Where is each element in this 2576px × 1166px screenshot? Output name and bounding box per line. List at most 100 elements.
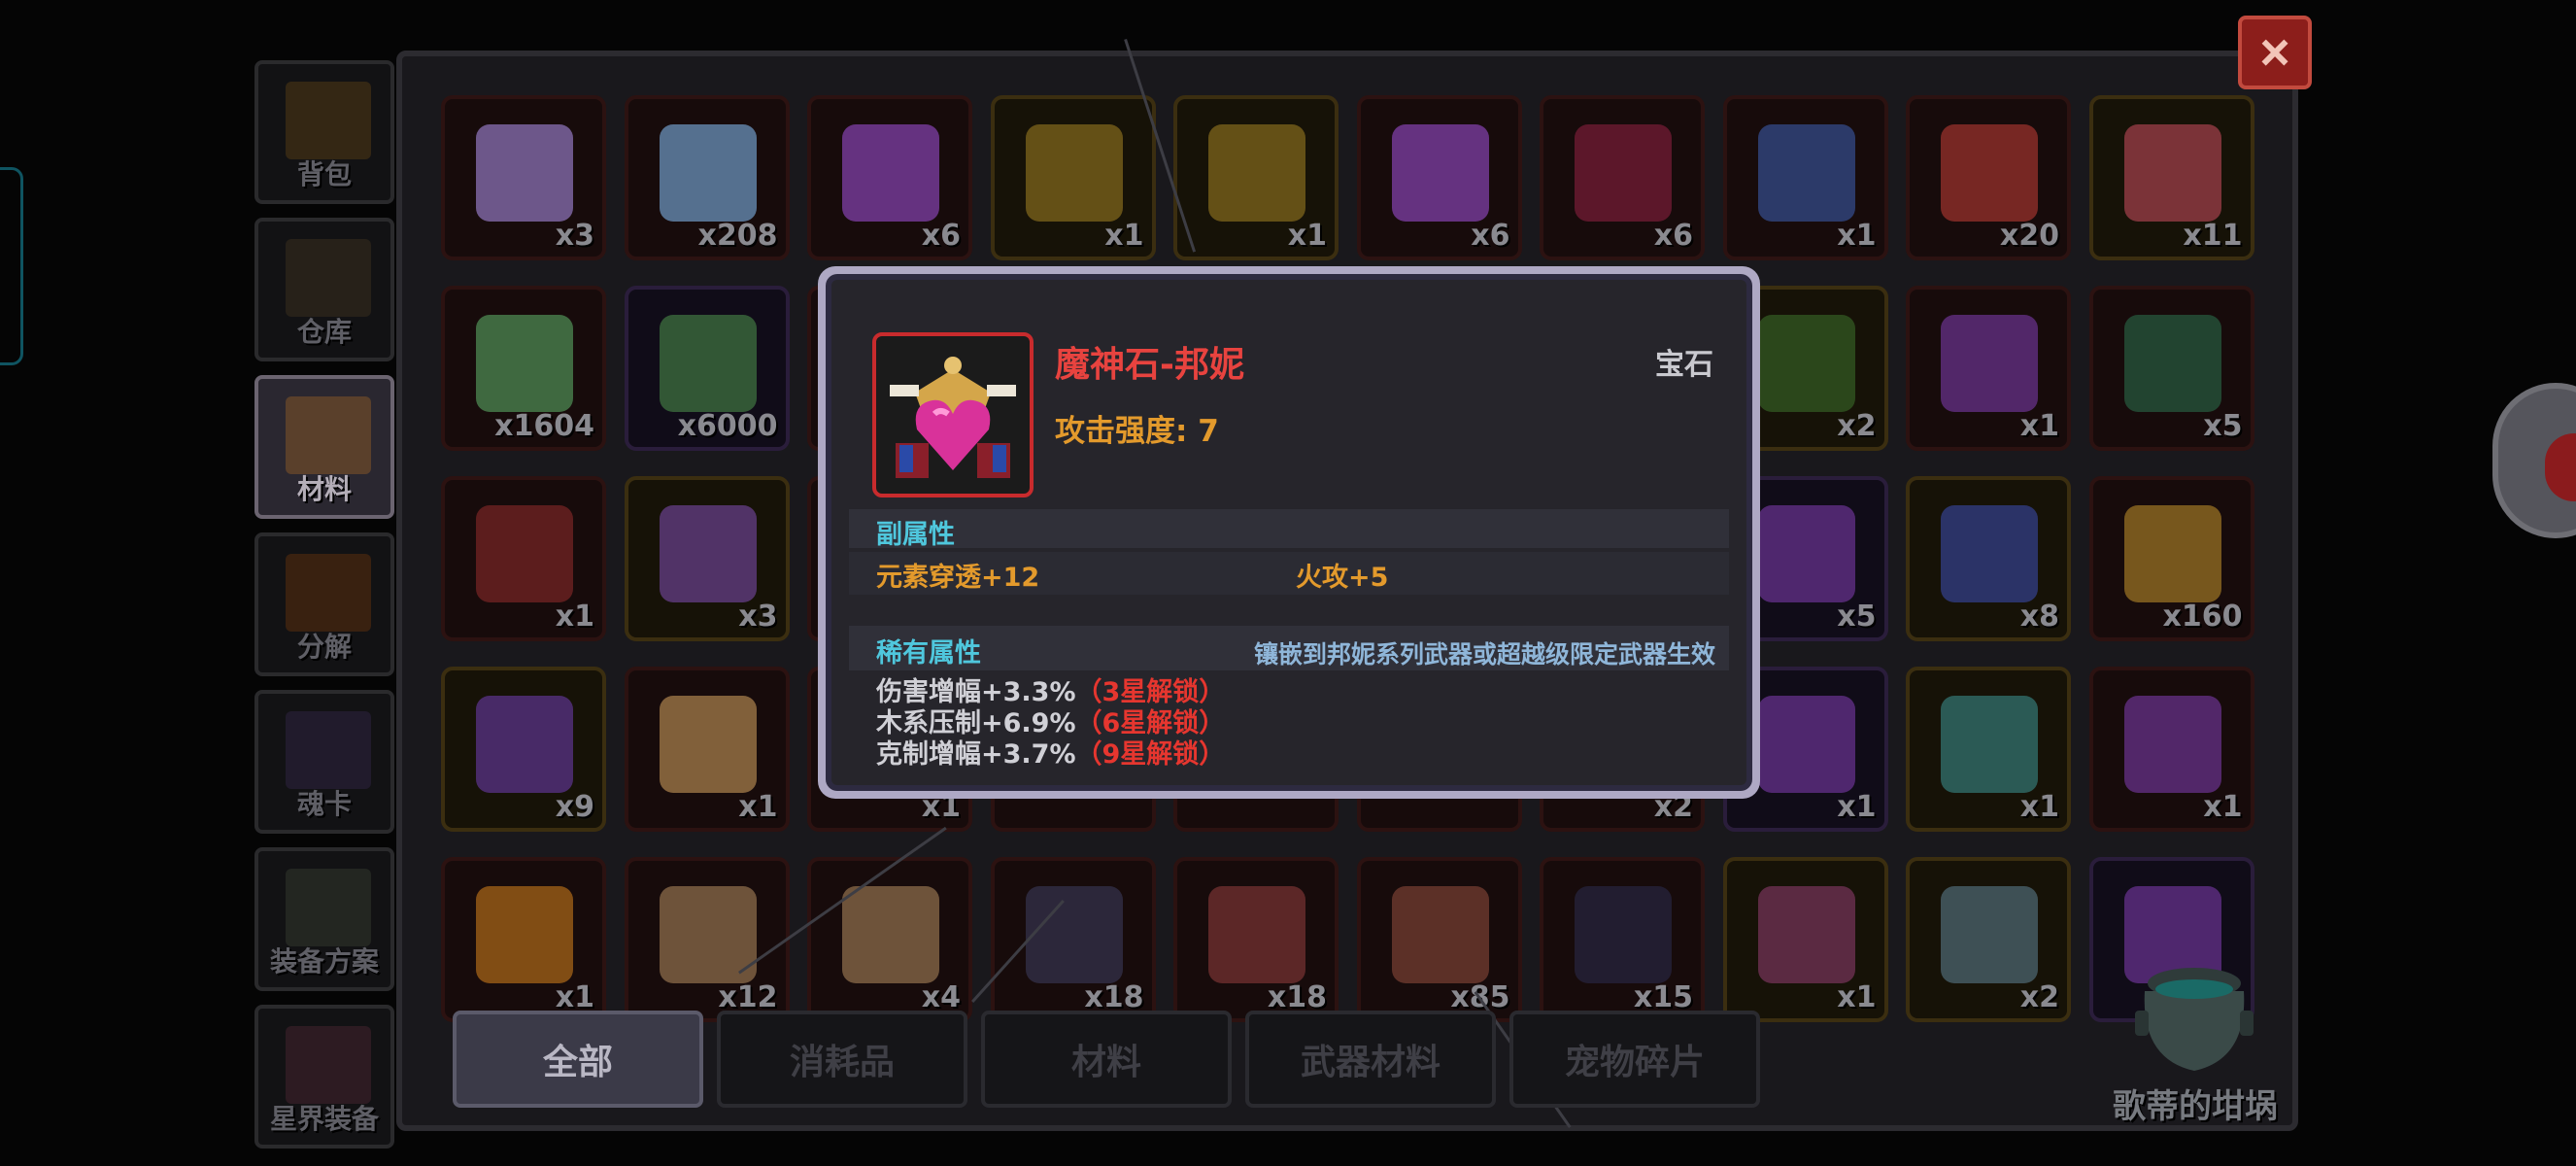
goette-label: 歌蒂的坩埚 bbox=[2113, 1087, 2278, 1126]
sidebar-tab-label: 背包 bbox=[296, 158, 352, 190]
edge-frame bbox=[0, 167, 23, 365]
item-count: x2 bbox=[1837, 409, 1877, 443]
inventory-slot[interactable]: x1 bbox=[1722, 857, 1888, 1022]
sidebar-tab[interactable]: 分解 bbox=[254, 532, 394, 676]
warehouse-chest-icon bbox=[286, 239, 371, 317]
demon-mask-icon bbox=[1575, 124, 1672, 222]
goette-cauldron-button[interactable]: 歌蒂的坩埚 bbox=[2088, 962, 2302, 1127]
inventory-slot[interactable]: x208 bbox=[624, 95, 790, 260]
inventory-slot[interactable]: x6 bbox=[1540, 95, 1705, 260]
purple-key-icon bbox=[842, 124, 939, 222]
item-count: x4 bbox=[921, 980, 961, 1014]
sidebar-tab-label: 仓库 bbox=[296, 316, 352, 348]
inventory-slot[interactable]: x1 bbox=[1906, 667, 2071, 832]
crest-icon bbox=[1757, 886, 1855, 983]
item-count: x8 bbox=[2019, 600, 2059, 634]
filter-tab[interactable]: 消耗品 bbox=[717, 1011, 967, 1108]
item-count: x18 bbox=[1267, 980, 1327, 1014]
filter-tab[interactable]: 武器材料 bbox=[1245, 1011, 1496, 1108]
inventory-slot[interactable]: x1 bbox=[2088, 667, 2254, 832]
inventory-slot[interactable]: x5 bbox=[2088, 286, 2254, 451]
inventory-slot[interactable]: x1604 bbox=[441, 286, 606, 451]
beast-emblem-icon bbox=[1941, 696, 2038, 793]
filter-tab[interactable]: 全部 bbox=[453, 1011, 703, 1108]
item-name: 魔神石-邦妮 bbox=[1055, 345, 1244, 385]
inventory-slot[interactable]: x1 bbox=[441, 857, 606, 1022]
inventory-slot[interactable]: x1 bbox=[441, 476, 606, 641]
tooltip-body: 魔神石-邦妮 宝石 攻击强度: 7 副属性 元素穿透+12 火攻+5 稀有属性 … bbox=[831, 280, 1746, 785]
item-count: x6 bbox=[921, 219, 961, 253]
red-hook-icon bbox=[476, 505, 573, 602]
inventory-slot[interactable]: x3 bbox=[441, 95, 606, 260]
inventory-slot[interactable]: x1 bbox=[624, 667, 790, 832]
item-count: x15 bbox=[1633, 980, 1693, 1014]
inventory-slot[interactable]: x11 bbox=[2088, 95, 2254, 260]
jade-ring-icon bbox=[2123, 315, 2221, 412]
unlock-condition: （9星解锁） bbox=[1075, 739, 1226, 770]
item-count: x5 bbox=[2203, 409, 2243, 443]
inventory-slot[interactable]: x6 bbox=[1356, 95, 1522, 260]
sub-stat-2: 火攻+5 bbox=[1296, 563, 1389, 593]
close-button[interactable]: × bbox=[2238, 16, 2312, 89]
filter-tab[interactable]: 宠物碎片 bbox=[1509, 1011, 1760, 1108]
red-knight-card-icon bbox=[1208, 886, 1305, 983]
blue-tome-icon bbox=[1941, 505, 2038, 602]
inventory-slot[interactable]: x15 bbox=[1540, 857, 1705, 1022]
inventory-slot[interactable]: x1 bbox=[1173, 95, 1339, 260]
soul-card-icon bbox=[286, 711, 371, 789]
sidebar-tab[interactable]: 星界装备 bbox=[254, 1005, 394, 1149]
inventory-slot[interactable]: x18 bbox=[990, 857, 1156, 1022]
item-count: x9 bbox=[555, 790, 594, 824]
inventory-slot[interactable]: x18 bbox=[1173, 857, 1339, 1022]
gold-chest-icon bbox=[1208, 124, 1305, 222]
item-count: x1 bbox=[1837, 980, 1877, 1014]
mystery-card-icon bbox=[1757, 696, 1855, 793]
inventory-slot[interactable]: x85 bbox=[1356, 857, 1522, 1022]
inventory-slot[interactable]: x12 bbox=[624, 857, 790, 1022]
sub-stat-1: 元素穿透+12 bbox=[876, 563, 1040, 593]
item-count: x1 bbox=[1287, 219, 1327, 253]
inventory-slot[interactable]: x1 bbox=[990, 95, 1156, 260]
item-count: x1604 bbox=[494, 409, 594, 443]
dark-mage-card-icon bbox=[1575, 886, 1672, 983]
item-count: x1 bbox=[555, 980, 594, 1014]
inventory-slot[interactable]: x3 bbox=[624, 476, 790, 641]
inventory-slot[interactable]: x6000 bbox=[624, 286, 790, 451]
gold-chest-icon bbox=[1025, 124, 1123, 222]
item-tooltip: 魔神石-邦妮 宝石 攻击强度: 7 副属性 元素穿透+12 火攻+5 稀有属性 … bbox=[818, 266, 1760, 799]
item-count: x6000 bbox=[677, 409, 778, 443]
inventory-slot[interactable]: x9 bbox=[441, 667, 606, 832]
sidebar-tab[interactable]: 魂卡 bbox=[254, 690, 394, 834]
filter-tab[interactable]: 材料 bbox=[981, 1011, 1232, 1108]
item-count: x12 bbox=[718, 980, 778, 1014]
item-count: x1 bbox=[2019, 790, 2059, 824]
armor-set-icon bbox=[286, 869, 371, 946]
sub-stat-header-band bbox=[849, 509, 1729, 548]
sidebar-tab[interactable]: 背包 bbox=[254, 60, 394, 204]
item-count: x6 bbox=[1653, 219, 1693, 253]
sidebar-tab[interactable]: 仓库 bbox=[254, 218, 394, 361]
inventory-slot[interactable]: x1 bbox=[1722, 95, 1888, 260]
item-count: x1 bbox=[1104, 219, 1144, 253]
hero-card-icon bbox=[659, 696, 757, 793]
item-category: 宝石 bbox=[1655, 348, 1713, 382]
item-count: x1 bbox=[555, 600, 594, 634]
inventory-slot[interactable]: x4 bbox=[807, 857, 972, 1022]
item-count: x5 bbox=[1837, 600, 1877, 634]
inventory-slot[interactable]: x6 bbox=[807, 95, 972, 260]
inventory-slot[interactable]: x160 bbox=[2088, 476, 2254, 641]
sidebar-tab[interactable]: 材料 bbox=[254, 375, 394, 519]
item-count: x20 bbox=[1999, 219, 2059, 253]
purple-orb-icon bbox=[476, 124, 573, 222]
blue-crystal-icon bbox=[659, 124, 757, 222]
inventory-slot[interactable]: x20 bbox=[1906, 95, 2071, 260]
inventory-slot[interactable]: x2 bbox=[1906, 857, 2071, 1022]
inventory-slot[interactable]: x1 bbox=[1906, 286, 2071, 451]
inventory-slot[interactable]: x8 bbox=[1906, 476, 2071, 641]
item-count: x2 bbox=[2019, 980, 2059, 1014]
sidebar-tab-label: 分解 bbox=[296, 631, 352, 663]
demon-heart-gem-icon bbox=[872, 332, 1034, 497]
red-crab-icon bbox=[1941, 124, 2038, 222]
sidebar-tab[interactable]: 装备方案 bbox=[254, 847, 394, 991]
item-count: x18 bbox=[1084, 980, 1144, 1014]
